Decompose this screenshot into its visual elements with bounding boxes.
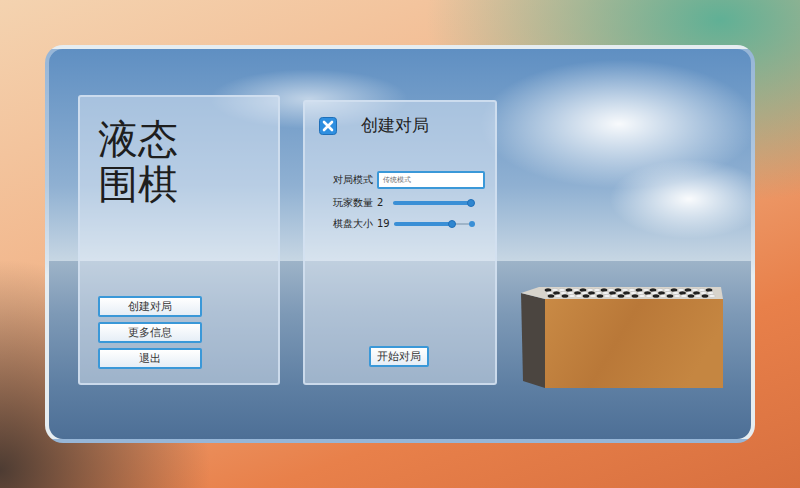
menu-button[interactable]: 创建对局 <box>98 296 202 317</box>
main-menu-panel: 液态围棋创建对局更多信息退出 <box>78 95 280 385</box>
start-button[interactable]: 开始对局 <box>369 346 429 367</box>
setting-row: 对局模式传统模式 <box>333 171 485 189</box>
go-board <box>520 286 726 390</box>
setting-reading: 2 <box>377 197 389 208</box>
slider-knob[interactable] <box>448 220 456 228</box>
setting-slider[interactable] <box>393 198 471 208</box>
menu-button[interactable]: 退出 <box>98 348 202 369</box>
setting-row: 玩家数量 2 <box>333 195 485 210</box>
setting-reading: 19 <box>377 218 390 229</box>
mode-select[interactable]: 传统模式 <box>377 171 485 189</box>
slider-fill <box>393 201 471 205</box>
settings-list: 对局模式传统模式玩家数量2棋盘大小19 <box>319 171 485 231</box>
menu-button[interactable]: 更多信息 <box>98 322 202 343</box>
setting-row: 棋盘大小 19 <box>333 216 485 231</box>
create-game-dialog: 创建对局对局模式传统模式玩家数量2棋盘大小19开始对局 <box>303 100 497 385</box>
close-icon[interactable] <box>319 117 337 135</box>
slider-fill <box>394 222 453 226</box>
page: 液态围棋创建对局更多信息退出创建对局对局模式传统模式玩家数量2棋盘大小19开始对… <box>0 0 800 488</box>
dialog-header: 创建对局 <box>319 114 485 137</box>
setting-label: 玩家数量 <box>333 196 373 210</box>
setting-label: 对局模式 <box>333 173 373 187</box>
slider-end <box>469 221 475 227</box>
cloud <box>609 159 755 239</box>
dialog-title: 创建对局 <box>361 114 429 137</box>
setting-label: 棋盘大小 <box>333 217 373 231</box>
setting-slider[interactable] <box>394 219 472 229</box>
game-window: 液态围棋创建对局更多信息退出创建对局对局模式传统模式玩家数量2棋盘大小19开始对… <box>45 45 755 443</box>
game-title: 液态围棋 <box>98 117 178 207</box>
main-menu: 创建对局更多信息退出 <box>98 296 260 369</box>
slider-knob[interactable] <box>467 199 475 207</box>
